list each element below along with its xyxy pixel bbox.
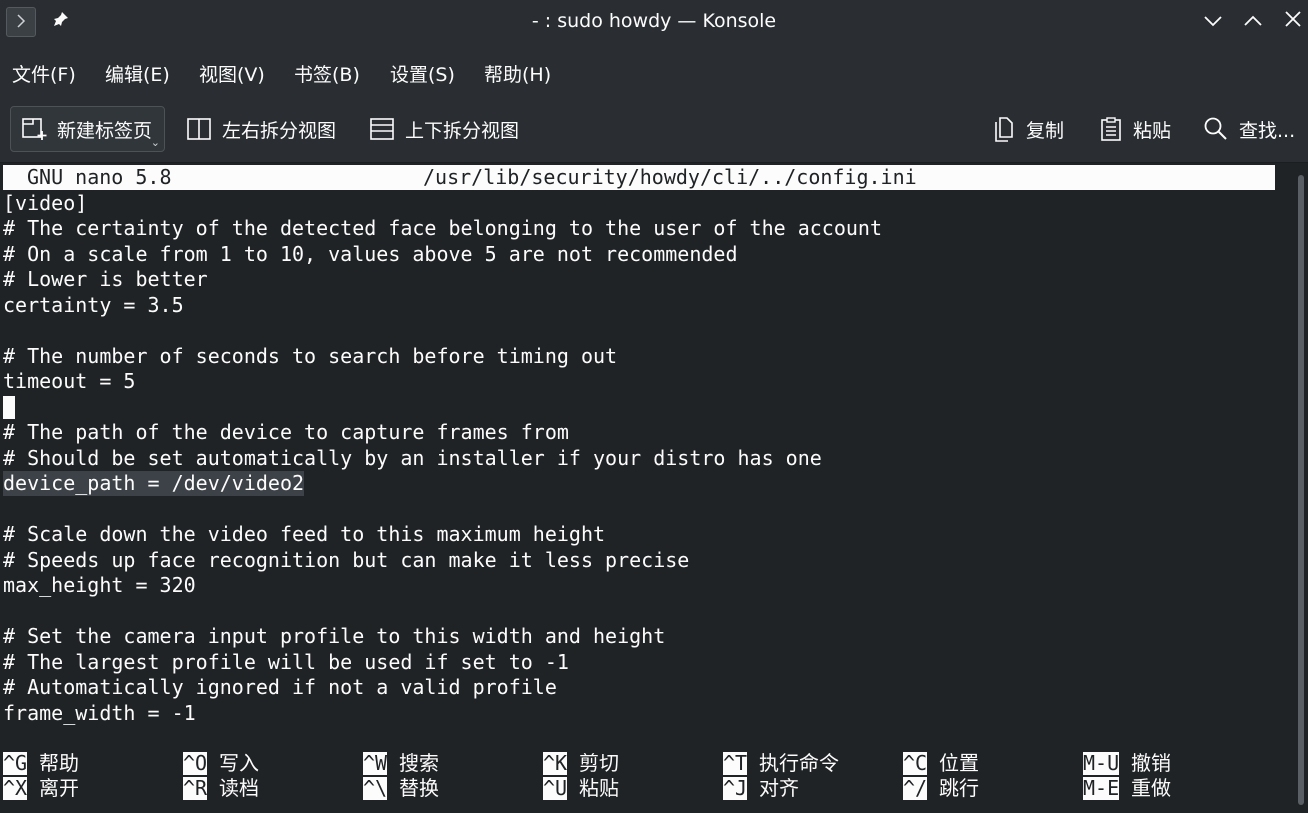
search-icon [1203, 116, 1229, 142]
shortcut-key: ^C [903, 751, 928, 775]
copy-icon [992, 116, 1016, 142]
shortcut-key: ^\ [363, 776, 388, 800]
nano-title-bar: GNU nano 5.8 /usr/lib/security/howdy/cli… [3, 165, 1275, 190]
split-left-right-button[interactable]: 左右拆分视图 [186, 106, 336, 152]
shortcut-key: ^U [543, 776, 568, 800]
split-left-right-label: 左右拆分视图 [222, 119, 337, 142]
menu-bar: 文件(F) 编辑(E) 视图(V) 书签(B) 设置(S) 帮助(H) [0, 44, 1308, 98]
editor-line: # Automatically ignored if not a valid p… [3, 675, 557, 699]
shortcut-label: 剪切 [579, 751, 619, 775]
shortcut-label: 写入 [219, 751, 259, 775]
copy-button[interactable]: 复制 [992, 106, 1064, 152]
terminal-scrollbar[interactable] [1294, 163, 1308, 813]
split-top-bottom-button[interactable]: 上下拆分视图 [369, 106, 519, 152]
shortcut-label: 搜索 [399, 751, 439, 775]
menu-settings[interactable]: 设置(S) [390, 60, 455, 87]
split-horizontal-icon [369, 117, 395, 141]
shortcut-label: 位置 [939, 751, 979, 775]
editor-line: # On a scale from 1 to 10, values above … [3, 242, 738, 266]
shortcut-key: ^/ [903, 776, 928, 800]
paste-label: 粘贴 [1133, 119, 1172, 142]
new-tab-icon [21, 117, 47, 141]
menu-file[interactable]: 文件(F) [12, 60, 76, 87]
split-top-bottom-label: 上下拆分视图 [405, 119, 520, 142]
find-button[interactable]: 查找... [1203, 106, 1295, 152]
shortcut-label: 执行命令 [759, 751, 839, 775]
toolbar: 新建标签页 ⌄ 左右拆分视图 上下拆分视图 复制 粘贴 查找... [0, 98, 1308, 163]
shortcut-key: ^X [3, 776, 28, 800]
shortcut-label: 读档 [219, 776, 259, 800]
shortcut-label: 跳行 [939, 776, 979, 800]
copy-label: 复制 [1026, 119, 1065, 142]
new-tab-button[interactable]: 新建标签页 ⌄ [10, 106, 166, 152]
close-button[interactable] [1278, 6, 1308, 36]
editor-line: # The number of seconds to search before… [3, 344, 618, 368]
shortcut-label: 离开 [39, 776, 79, 800]
window-title: - : sudo howdy — Konsole [531, 10, 777, 32]
editor-line: # The certainty of the detected face bel… [3, 216, 882, 240]
editor-line: [video] [3, 191, 88, 215]
shortcut-key: ^R [183, 776, 208, 800]
editor-line: # The path of the device to capture fram… [3, 420, 569, 444]
new-tab-label: 新建标签页 [57, 119, 153, 142]
editor-line: max_height = 320 [3, 573, 196, 597]
shortcut-key: ^J [723, 776, 748, 800]
chevron-down-icon [1203, 12, 1223, 31]
nano-version: GNU nano 5.8 [27, 165, 172, 189]
editor-line: # Set the camera input profile to this w… [3, 624, 666, 648]
editor-line: timeout = 5 [3, 369, 136, 393]
editor-line: certainty = 3.5 [3, 293, 184, 317]
editor-line: # Speeds up face recognition but can mak… [3, 548, 690, 572]
paste-icon [1099, 116, 1123, 142]
shortcut-label: 撤销 [1131, 751, 1171, 775]
dropdown-arrow-icon: ⌄ [150, 136, 161, 149]
shortcut-label: 对齐 [759, 776, 799, 800]
menu-help[interactable]: 帮助(H) [484, 60, 551, 87]
terminal-view[interactable]: GNU nano 5.8 /usr/lib/security/howdy/cli… [0, 163, 1294, 813]
title-bar: - : sudo howdy — Konsole [0, 0, 1308, 44]
editor-line: # Lower is better [3, 267, 208, 291]
shortcut-key: M-U [1083, 751, 1120, 775]
minimize-button[interactable] [1198, 6, 1228, 36]
scrollbar-thumb[interactable] [1298, 175, 1304, 805]
editor-line: # Scale down the video feed to this maxi… [3, 522, 606, 546]
shortcut-key: ^T [723, 751, 748, 775]
editor-line: # The largest profile will be used if se… [3, 650, 569, 674]
editor-line: frame_width = -1 [3, 701, 196, 725]
text-cursor [3, 396, 15, 419]
maximize-button[interactable] [1238, 6, 1268, 36]
shortcut-key: ^W [363, 751, 388, 775]
menu-view[interactable]: 视图(V) [199, 60, 265, 87]
paste-button[interactable]: 粘贴 [1099, 106, 1171, 152]
shortcut-label: 替换 [399, 776, 439, 800]
shortcut-key: ^K [543, 751, 568, 775]
menu-bookmarks[interactable]: 书签(B) [294, 60, 360, 87]
find-label: 查找... [1239, 119, 1296, 142]
shortcut-key: ^G [3, 751, 28, 775]
shortcut-key: M-E [1083, 776, 1120, 800]
chevron-up-icon [1243, 12, 1263, 31]
menu-edit[interactable]: 编辑(E) [105, 60, 170, 87]
split-vertical-icon [186, 117, 212, 141]
close-icon [1284, 10, 1302, 32]
shortcut-label: 粘贴 [579, 776, 619, 800]
editor-line: # Should be set automatically by an inst… [3, 446, 822, 470]
shortcut-label: 重做 [1131, 776, 1171, 800]
editor-line-highlighted: device_path = /dev/video2 [3, 471, 305, 496]
shortcut-key: ^O [183, 751, 208, 775]
shortcut-label: 帮助 [39, 751, 79, 775]
nano-file-path: /usr/lib/security/howdy/cli/../config.in… [423, 165, 917, 189]
